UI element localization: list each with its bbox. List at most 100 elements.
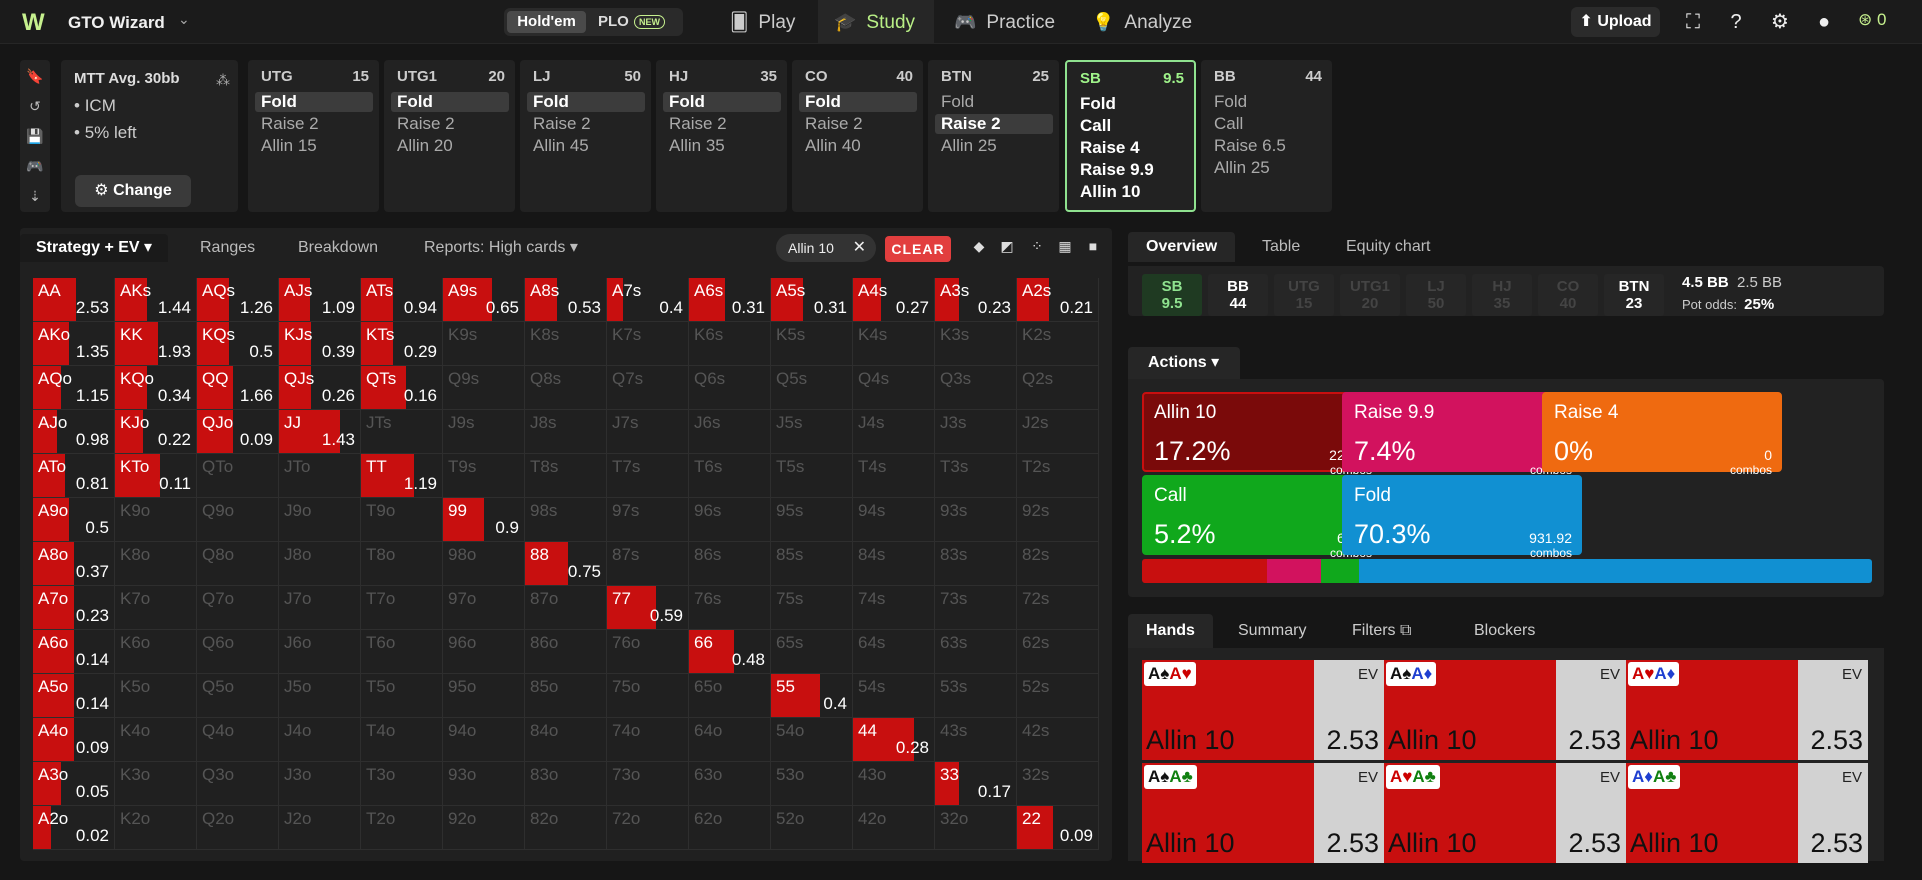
- hand-cell[interactable]: 86o: [525, 630, 607, 674]
- hand-cell[interactable]: Q2s: [1017, 366, 1099, 410]
- hand-cell[interactable]: 96o: [443, 630, 525, 674]
- hand-cell[interactable]: 88 0.75: [525, 542, 607, 586]
- hand-cell[interactable]: 83o: [525, 762, 607, 806]
- hand-cell[interactable]: 98o: [443, 542, 525, 586]
- hand-cell[interactable]: AA 2.53: [33, 278, 115, 322]
- hand-cell[interactable]: T6s: [689, 454, 771, 498]
- hand-cell[interactable]: A8s 0.53: [525, 278, 607, 322]
- gamepad-icon[interactable]: 🎮: [26, 158, 44, 176]
- bookmark-icon[interactable]: 🔖: [26, 68, 44, 86]
- hand-cell[interactable]: TT 1.19: [361, 454, 443, 498]
- position-action[interactable]: Raise 2: [935, 114, 1053, 134]
- cube-icon[interactable]: ◆: [970, 238, 988, 256]
- hand-cell[interactable]: JTs: [361, 410, 443, 454]
- hand-cell[interactable]: 55 0.4: [771, 674, 853, 718]
- position-card-sb[interactable]: SB 9.5 Fold Call Raise 4 Raise 9.9 Allin 10: [1065, 60, 1196, 212]
- hand-cell[interactable]: J4s: [853, 410, 935, 454]
- hand-cell[interactable]: 82s: [1017, 542, 1099, 586]
- hand-cell[interactable]: T4s: [853, 454, 935, 498]
- history-icon[interactable]: ↺: [26, 98, 44, 116]
- scan-icon[interactable]: ⛶: [1681, 10, 1705, 34]
- seat-co[interactable]: CO 40: [1538, 274, 1598, 316]
- share-icon[interactable]: ⁂: [216, 72, 230, 89]
- position-card-bb[interactable]: BB 44 Fold Call Raise 6.5 Allin 25: [1201, 60, 1332, 212]
- hand-cell[interactable]: 76s: [689, 586, 771, 630]
- hand-cell[interactable]: Q4s: [853, 366, 935, 410]
- hand-cell[interactable]: KJs 0.39: [279, 322, 361, 366]
- hand-cell[interactable]: 82o: [525, 806, 607, 850]
- hand-cell[interactable]: Q5o: [197, 674, 279, 718]
- hand-cell[interactable]: 64o: [689, 718, 771, 762]
- hand-cell[interactable]: AKo 1.35: [33, 322, 115, 366]
- hand-cell[interactable]: AQs 1.26: [197, 278, 279, 322]
- plo-mode-button[interactable]: PLO: [598, 11, 629, 33]
- hand-combo-card[interactable]: A♥A♣ EV Allin 10 2.53: [1384, 763, 1626, 863]
- position-action[interactable]: Fold: [799, 92, 917, 112]
- hand-cell[interactable]: AKs 1.44: [115, 278, 197, 322]
- hand-cell[interactable]: A2o 0.02: [33, 806, 115, 850]
- hand-cell[interactable]: 92s: [1017, 498, 1099, 542]
- position-card-btn[interactable]: BTN 25 Fold Raise 2 Allin 25: [928, 60, 1059, 212]
- position-action[interactable]: Allin 40: [799, 136, 917, 156]
- user-icon[interactable]: ●: [1812, 10, 1836, 34]
- hand-cell[interactable]: A4o 0.09: [33, 718, 115, 762]
- hand-cell[interactable]: K4o: [115, 718, 197, 762]
- hand-cell[interactable]: 72o: [607, 806, 689, 850]
- hand-cell[interactable]: 32s: [1017, 762, 1099, 806]
- hand-cell[interactable]: T5s: [771, 454, 853, 498]
- hand-cell[interactable]: QJo 0.09: [197, 410, 279, 454]
- hand-cell[interactable]: 65s: [771, 630, 853, 674]
- hand-cell[interactable]: K5o: [115, 674, 197, 718]
- hand-cell[interactable]: JTo: [279, 454, 361, 498]
- hand-cell[interactable]: T9s: [443, 454, 525, 498]
- hand-cell[interactable]: AJs 1.09: [279, 278, 361, 322]
- hand-cell[interactable]: AQo 1.15: [33, 366, 115, 410]
- hand-cell[interactable]: K2s: [1017, 322, 1099, 366]
- hand-cell[interactable]: A3s 0.23: [935, 278, 1017, 322]
- seat-bb[interactable]: BB 44: [1208, 274, 1268, 316]
- tab-hands[interactable]: Hands: [1128, 614, 1213, 648]
- tab-overview[interactable]: Overview: [1128, 232, 1236, 262]
- hand-cell[interactable]: 74s: [853, 586, 935, 630]
- hand-cell[interactable]: K4s: [853, 322, 935, 366]
- hand-cell[interactable]: 33 0.17: [935, 762, 1017, 806]
- hand-cell[interactable]: T2s: [1017, 454, 1099, 498]
- hand-cell[interactable]: ATo 0.81: [33, 454, 115, 498]
- hand-cell[interactable]: J5o: [279, 674, 361, 718]
- grid-icon[interactable]: ▦: [1056, 238, 1074, 256]
- hand-cell[interactable]: KK 1.93: [115, 322, 197, 366]
- tab-reports[interactable]: Reports: High cards ▾: [424, 234, 578, 262]
- hand-cell[interactable]: 42s: [1017, 718, 1099, 762]
- position-card-lj[interactable]: LJ 50 Fold Raise 2 Allin 45: [520, 60, 651, 212]
- hand-cell[interactable]: QTo: [197, 454, 279, 498]
- position-action[interactable]: Allin 45: [527, 136, 645, 156]
- collapse-icon[interactable]: ⇣: [26, 188, 44, 206]
- hand-cell[interactable]: Q9s: [443, 366, 525, 410]
- position-action[interactable]: Raise 2: [255, 114, 373, 134]
- position-action[interactable]: Allin 15: [255, 136, 373, 156]
- hand-cell[interactable]: 63s: [935, 630, 1017, 674]
- holdem-mode-button[interactable]: Hold'em: [507, 11, 586, 33]
- hand-cell[interactable]: T6o: [361, 630, 443, 674]
- close-icon[interactable]: ✕: [853, 234, 866, 262]
- hand-cell[interactable]: T7o: [361, 586, 443, 630]
- hand-cell[interactable]: A3o 0.05: [33, 762, 115, 806]
- position-action[interactable]: Allin 10: [1074, 182, 1192, 202]
- hand-cell[interactable]: Q8o: [197, 542, 279, 586]
- balance-display[interactable]: ⊛ 0: [1858, 10, 1918, 34]
- hand-cell[interactable]: KTs 0.29: [361, 322, 443, 366]
- hand-cell[interactable]: A2s 0.21: [1017, 278, 1099, 322]
- hand-cell[interactable]: 72s: [1017, 586, 1099, 630]
- hand-cell[interactable]: Q2o: [197, 806, 279, 850]
- hand-cell[interactable]: J2s: [1017, 410, 1099, 454]
- position-action[interactable]: Raise 9.9: [1074, 160, 1192, 180]
- hand-cell[interactable]: J3o: [279, 762, 361, 806]
- hand-cell[interactable]: 84s: [853, 542, 935, 586]
- hand-cell[interactable]: Q9o: [197, 498, 279, 542]
- position-action[interactable]: Raise 2: [663, 114, 781, 134]
- hand-cell[interactable]: J7o: [279, 586, 361, 630]
- hand-cell[interactable]: 75o: [607, 674, 689, 718]
- hand-cell[interactable]: 54s: [853, 674, 935, 718]
- hand-cell[interactable]: KJo 0.22: [115, 410, 197, 454]
- hand-cell[interactable]: 44 0.28: [853, 718, 935, 762]
